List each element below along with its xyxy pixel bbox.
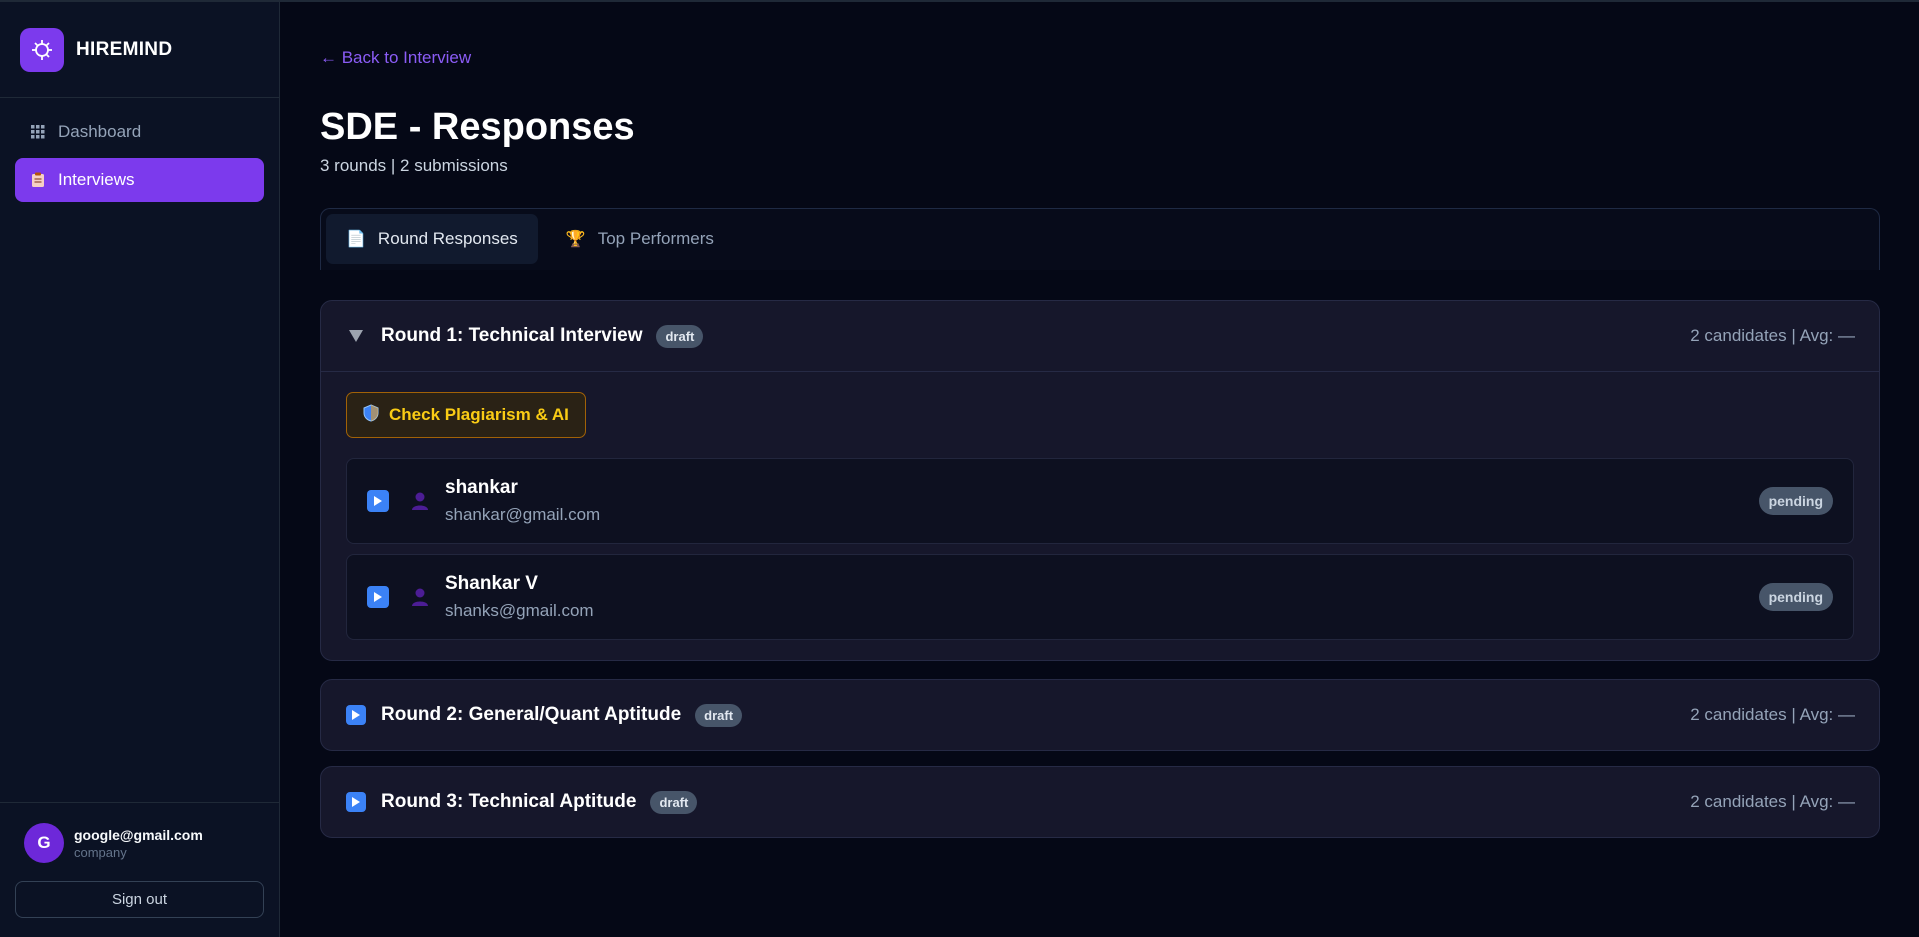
shield-icon — [363, 403, 379, 427]
expand-play-icon[interactable] — [345, 792, 367, 812]
candidate-name: shankar — [445, 477, 518, 498]
round-header[interactable]: Round 1: Technical Interview draft 2 can… — [321, 301, 1879, 371]
person-icon — [409, 490, 431, 512]
user-email: google@gmail.com — [74, 826, 203, 843]
status-badge: draft — [656, 324, 704, 348]
sidebar-item-label: Dashboard — [58, 122, 142, 141]
candidate-row[interactable]: Shankar V shanks@gmail.com pending — [346, 554, 1854, 640]
play-icon[interactable] — [367, 586, 389, 608]
round-meta: 2 candidates | Avg: — — [1690, 705, 1855, 724]
sidebar-item-interviews[interactable]: Interviews — [15, 158, 264, 202]
sign-out-button[interactable]: Sign out — [15, 881, 264, 918]
tab-bar: 📄 Round Responses 🏆 Top Performers — [320, 208, 1880, 270]
round-header[interactable]: Round 3: Technical Aptitude draft 2 cand… — [321, 767, 1879, 837]
check-plagiarism-button[interactable]: Check Plagiarism & AI — [346, 392, 586, 438]
brand: HIREMIND — [0, 2, 279, 98]
status-badge: draft — [650, 790, 698, 814]
user-profile: G google@gmail.com company — [15, 823, 264, 863]
status-badge: draft — [695, 703, 743, 727]
candidate-info: Shankar V shanks@gmail.com — [445, 573, 594, 621]
brain-logo-icon — [20, 27, 64, 72]
tab-label: Top Performers — [597, 229, 714, 248]
clipboard-icon — [30, 172, 46, 188]
play-icon[interactable] — [367, 490, 389, 512]
sidebar: HIREMIND Dashboard Interviews G google@g… — [0, 2, 280, 937]
brand-name: HIREMIND — [76, 38, 173, 60]
tab-label: Round Responses — [377, 229, 518, 248]
expand-play-icon[interactable] — [345, 705, 367, 725]
user-info: google@gmail.com company — [74, 827, 203, 860]
person-icon — [409, 586, 431, 608]
candidate-info: shankar shankar@gmail.com — [445, 477, 600, 525]
collapse-triangle-icon[interactable] — [345, 329, 367, 343]
tab-top-performers[interactable]: 🏆 Top Performers — [546, 214, 734, 264]
page-title: SDE - Responses — [320, 106, 635, 148]
status-badge: pending — [1758, 583, 1833, 611]
round-meta: 2 candidates | Avg: — — [1690, 792, 1855, 811]
round-title: Round 1: Technical Interview — [381, 325, 643, 346]
sidebar-footer: G google@gmail.com company Sign out — [0, 802, 279, 937]
tab-round-responses[interactable]: 📄 Round Responses — [326, 214, 538, 264]
round-card: Round 2: General/Quant Aptitude draft 2 … — [320, 679, 1880, 751]
round-card: Round 1: Technical Interview draft 2 can… — [320, 300, 1880, 661]
sidebar-item-dashboard[interactable]: Dashboard — [15, 110, 264, 154]
round-title: Round 3: Technical Aptitude — [381, 791, 637, 812]
candidate-email: shankar@gmail.com — [445, 505, 601, 524]
check-plagiarism-label: Check Plagiarism & AI — [389, 405, 569, 424]
round-card: Round 3: Technical Aptitude draft 2 cand… — [320, 766, 1880, 838]
back-to-interview-link[interactable]: ← Back to Interview — [320, 48, 471, 68]
round-title: Round 2: General/Quant Aptitude — [381, 704, 682, 725]
avatar: G — [24, 823, 64, 863]
trophy-icon: 🏆 — [565, 231, 586, 248]
candidate-name: Shankar V — [445, 573, 538, 594]
round-meta: 2 candidates | Avg: — — [1690, 326, 1855, 345]
page-subtitle: 3 rounds | 2 submissions — [320, 156, 508, 175]
candidate-email: shanks@gmail.com — [445, 601, 594, 620]
user-role: company — [74, 844, 127, 860]
round-header[interactable]: Round 2: General/Quant Aptitude draft 2 … — [321, 680, 1879, 750]
grid-icon — [30, 124, 46, 140]
sidebar-item-label: Interviews — [58, 170, 135, 189]
status-badge: pending — [1758, 487, 1833, 515]
round-body: Check Plagiarism & AI shankar shankar@gm… — [321, 371, 1879, 660]
document-icon: 📄 — [346, 231, 366, 248]
candidate-row[interactable]: shankar shankar@gmail.com pending — [346, 458, 1854, 544]
sidebar-nav: Dashboard Interviews — [0, 98, 279, 218]
